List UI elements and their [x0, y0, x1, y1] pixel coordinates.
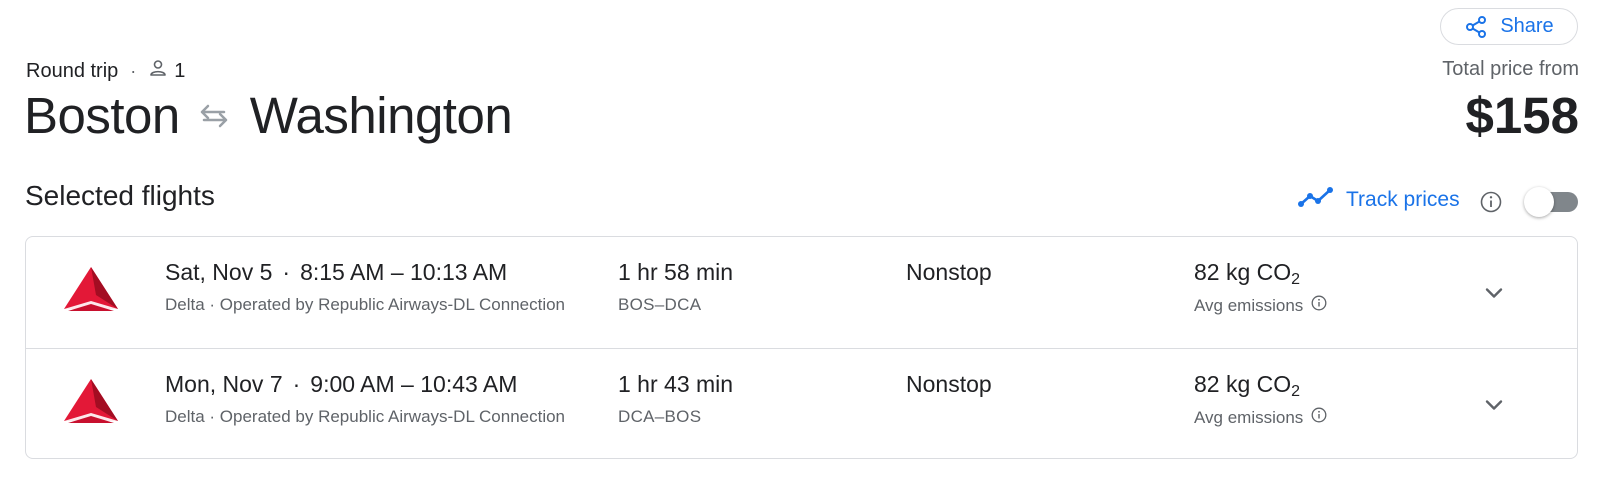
emissions-label-wrap: Avg emissions [1194, 295, 1327, 316]
meta-separator: · [130, 60, 137, 81]
person-icon [148, 58, 168, 84]
track-prices-toggle[interactable] [1524, 185, 1580, 217]
emissions-subscript: 2 [1291, 383, 1301, 400]
track-prices-link[interactable]: Track prices [1298, 185, 1460, 215]
flight-stops: Nonstop [906, 259, 992, 285]
emissions-subscript: 2 [1291, 271, 1301, 288]
emissions-info-icon[interactable] [1311, 295, 1327, 316]
destination-city: Washington [249, 87, 513, 144]
flight-emissions: 82 kg CO2 [1194, 371, 1301, 400]
flight-date-times: Mon, Nov 7 · 9:00 AM – 10:43 AM [165, 371, 517, 398]
flight-times: 9:00 AM – 10:43 AM [310, 371, 518, 397]
trip-meta: Round trip · 1 [26, 58, 185, 84]
flight-airports: DCA–BOS [618, 407, 702, 426]
delta-logo-icon [64, 267, 118, 313]
total-price: $158 [1465, 87, 1579, 144]
date-separator: · [282, 259, 291, 285]
emissions-value: 82 kg CO [1194, 371, 1292, 397]
flight-row[interactable]: Sat, Nov 5 · 8:15 AM – 10:13 AM Delta · Op… [26, 237, 1577, 348]
delta-logo-icon [64, 379, 118, 425]
emissions-label: Avg emissions [1194, 407, 1304, 427]
flight-row[interactable]: Mon, Nov 7 · 9:00 AM – 10:43 AM Delta · Op… [26, 348, 1577, 458]
section-title: Selected flights [25, 180, 215, 211]
route-title: Boston Washington [24, 86, 513, 145]
info-icon[interactable] [1480, 191, 1502, 213]
trend-icon [1298, 185, 1334, 215]
share-label: Share [1500, 15, 1554, 37]
trip-type: Round trip [26, 59, 119, 82]
toggle-knob [1524, 187, 1554, 217]
flight-emissions: 82 kg CO2 [1194, 259, 1301, 288]
share-icon [1464, 15, 1488, 39]
flight-times: 8:15 AM – 10:13 AM [300, 259, 508, 285]
chevron-down-icon[interactable] [1477, 276, 1511, 310]
flight-duration: 1 hr 43 min [618, 371, 734, 397]
price-label: Total price from [1442, 58, 1579, 80]
chevron-down-icon[interactable] [1477, 388, 1511, 422]
emissions-label: Avg emissions [1194, 295, 1304, 315]
selected-flights-card: Sat, Nov 5 · 8:15 AM – 10:13 AM Delta · Op… [25, 236, 1578, 459]
emissions-label-wrap: Avg emissions [1194, 407, 1327, 428]
date-separator: · [292, 371, 301, 397]
passenger-count: 1 [148, 58, 185, 84]
airline-info: Delta · Operated by Republic Airways-DL … [165, 407, 566, 426]
flight-date: Sat, Nov 5 [165, 259, 273, 285]
share-button[interactable]: Share [1440, 8, 1578, 45]
emissions-value: 82 kg CO [1194, 259, 1292, 285]
origin-city: Boston [24, 87, 180, 144]
flight-date-times: Sat, Nov 5 · 8:15 AM – 10:13 AM [165, 259, 507, 286]
flight-date: Mon, Nov 7 [165, 371, 283, 397]
track-prices-label: Track prices [1346, 188, 1460, 211]
flight-stops: Nonstop [906, 371, 992, 397]
emissions-info-icon[interactable] [1311, 407, 1327, 428]
flight-summary-page: Share Round trip · 1 Boston Washington T… [0, 0, 1600, 491]
flight-airports: BOS–DCA [618, 295, 702, 314]
airline-info: Delta · Operated by Republic Airways-DL … [165, 295, 566, 314]
passenger-number: 1 [174, 59, 186, 82]
round-trip-arrows-icon [198, 102, 230, 130]
flight-duration: 1 hr 58 min [618, 259, 734, 285]
